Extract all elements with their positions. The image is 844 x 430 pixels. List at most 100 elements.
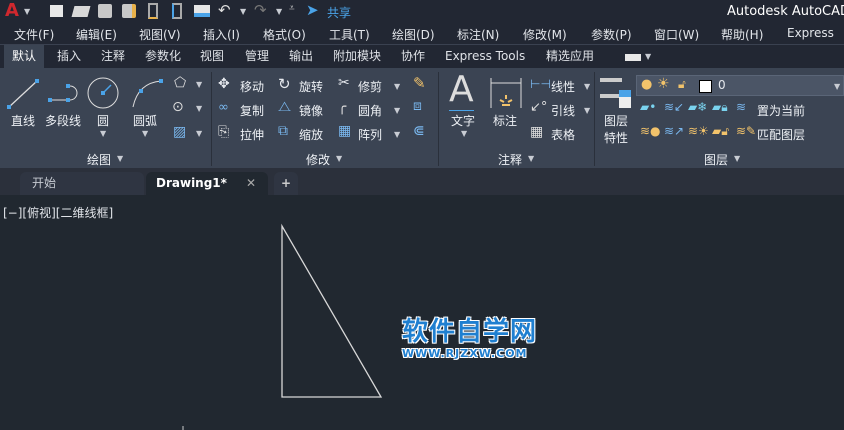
menu-format[interactable]: 格式(O): [263, 26, 306, 43]
layer-on-all-icon[interactable]: ≋●: [640, 124, 661, 138]
save-to-web-icon[interactable]: [172, 3, 182, 19]
mirror-icon[interactable]: ⧍: [278, 99, 291, 115]
mirror-button[interactable]: 镜像: [299, 102, 323, 119]
open-from-web-icon[interactable]: [148, 3, 158, 19]
annotation-panel-title[interactable]: 注释: [498, 151, 522, 168]
layer-unisolate-icon[interactable]: ≋↗: [664, 124, 684, 138]
new-icon[interactable]: [50, 5, 63, 17]
tab-annotate[interactable]: 注释: [93, 45, 133, 68]
circle-icon[interactable]: [86, 76, 120, 110]
annotation-panel-caret-icon[interactable]: ▼: [528, 154, 534, 163]
copy-button[interactable]: 复制: [240, 102, 264, 119]
arc-icon[interactable]: [130, 77, 164, 109]
explode-icon[interactable]: ⧈: [413, 98, 422, 114]
arc-label[interactable]: 圆弧: [133, 112, 157, 129]
menu-draw[interactable]: 绘图(D): [392, 26, 435, 43]
trim-icon[interactable]: ✂: [338, 75, 350, 91]
save-as-icon[interactable]: [122, 4, 136, 18]
layer-off-icon[interactable]: ▰•: [640, 100, 656, 114]
text-icon[interactable]: A: [449, 70, 474, 111]
open-icon[interactable]: [71, 6, 91, 17]
fillet-caret-icon[interactable]: ▼: [394, 106, 400, 115]
save-icon[interactable]: [98, 4, 112, 18]
polygon-icon[interactable]: ⬠: [174, 75, 186, 91]
polyline-icon[interactable]: [46, 82, 82, 104]
copy-icon[interactable]: ∞: [218, 100, 229, 115]
trim-caret-icon[interactable]: ▼: [394, 82, 400, 91]
circle-caret-icon[interactable]: ▼: [100, 129, 106, 138]
draw-panel-title[interactable]: 绘图: [87, 151, 111, 168]
dimension-label[interactable]: 标注: [493, 112, 517, 129]
stretch-button[interactable]: 拉伸: [240, 126, 264, 143]
array-button[interactable]: 阵列: [358, 126, 382, 143]
menu-express[interactable]: Express: [787, 26, 834, 40]
circle-label[interactable]: 圆: [97, 112, 109, 129]
tab-addins[interactable]: 附加模块: [325, 45, 389, 68]
fillet-button[interactable]: 圆角: [358, 102, 382, 119]
polygon-caret-icon[interactable]: ▼: [196, 80, 202, 89]
offset-icon[interactable]: ⋐: [413, 123, 425, 139]
plot-icon[interactable]: [194, 5, 210, 17]
drawing-canvas[interactable]: [−][俯视][二维线框] 软件自学网 WWW.RJZXW.COM: [0, 195, 844, 430]
text-caret-icon[interactable]: ▼: [461, 129, 467, 138]
move-icon[interactable]: ✥: [218, 76, 230, 92]
layer-properties-label-1[interactable]: 图层: [604, 112, 628, 129]
linear-button[interactable]: 线性: [551, 78, 575, 95]
array-icon[interactable]: ▦: [338, 123, 351, 139]
hatch-caret-icon[interactable]: ▼: [196, 129, 202, 138]
erase-icon[interactable]: ✎: [413, 74, 426, 92]
stretch-icon[interactable]: ⎘: [218, 124, 229, 140]
arc-caret-icon[interactable]: ▼: [142, 129, 148, 138]
app-menu-caret-icon[interactable]: ▼: [24, 7, 30, 16]
scale-button[interactable]: 缩放: [299, 126, 323, 143]
hatch-icon[interactable]: ▨: [173, 124, 186, 140]
triangle-shape[interactable]: [281, 223, 383, 398]
ellipse-icon[interactable]: ⊙: [172, 99, 184, 115]
menu-window[interactable]: 窗口(W): [654, 26, 699, 43]
leader-icon[interactable]: ↙°: [530, 100, 547, 115]
match-layer-button[interactable]: 匹配图层: [757, 126, 805, 143]
dimension-icon[interactable]: [489, 77, 523, 109]
app-menu-icon[interactable]: A: [5, 0, 19, 21]
menu-edit[interactable]: 编辑(E): [76, 26, 117, 43]
draw-panel-caret-icon[interactable]: ▼: [117, 154, 123, 163]
share-icon[interactable]: ➤: [306, 1, 319, 19]
menu-help[interactable]: 帮助(H): [721, 26, 763, 43]
ribbon-minimize-icon[interactable]: [625, 54, 641, 61]
close-tab-icon[interactable]: ✕: [246, 172, 256, 194]
layer-thaw-all-icon[interactable]: ≋☀: [688, 124, 709, 138]
tab-output[interactable]: 输出: [281, 45, 321, 68]
layer-freeze-icon[interactable]: ▰❄: [688, 100, 707, 114]
menu-parametric[interactable]: 参数(P): [591, 26, 632, 43]
polyline-label[interactable]: 多段线: [45, 112, 81, 129]
layer-dropdown[interactable]: ● ☀ 🔓︎ 0 ▼: [636, 75, 844, 96]
menu-view[interactable]: 视图(V): [139, 26, 181, 43]
set-current-button[interactable]: 置为当前: [757, 102, 805, 119]
customize-toolbar-icon[interactable]: ⩡: [289, 3, 295, 14]
set-current-icon[interactable]: ≋: [736, 100, 746, 114]
scale-icon[interactable]: ⧉: [278, 123, 288, 139]
undo-icon[interactable]: ↶: [218, 1, 231, 19]
layer-properties-badge-icon[interactable]: [619, 90, 631, 108]
line-icon[interactable]: [6, 78, 40, 110]
modify-panel-caret-icon[interactable]: ▼: [336, 154, 342, 163]
linear-caret-icon[interactable]: ▼: [584, 82, 590, 91]
fillet-icon[interactable]: ╭: [338, 99, 346, 115]
tab-default[interactable]: 默认: [4, 45, 45, 68]
file-tab-start[interactable]: 开始: [20, 172, 144, 195]
menu-tools[interactable]: 工具(T): [329, 26, 370, 43]
tab-featured-apps[interactable]: 精选应用: [538, 45, 602, 68]
rotate-button[interactable]: 旋转: [299, 78, 323, 95]
leader-caret-icon[interactable]: ▼: [584, 106, 590, 115]
layer-unlock-all-icon[interactable]: ▰🔓︎: [712, 124, 729, 139]
ellipse-caret-icon[interactable]: ▼: [196, 104, 202, 113]
tab-view[interactable]: 视图: [192, 45, 232, 68]
tab-manage[interactable]: 管理: [237, 45, 277, 68]
line-label[interactable]: 直线: [11, 112, 35, 129]
redo-caret-icon[interactable]: ▼: [276, 7, 282, 16]
table-icon[interactable]: ▦: [530, 124, 543, 140]
layer-lock-icon[interactable]: ▰🔒︎: [712, 100, 728, 115]
array-caret-icon[interactable]: ▼: [394, 130, 400, 139]
leader-button[interactable]: 引线: [551, 102, 575, 119]
table-button[interactable]: 表格: [551, 126, 575, 143]
